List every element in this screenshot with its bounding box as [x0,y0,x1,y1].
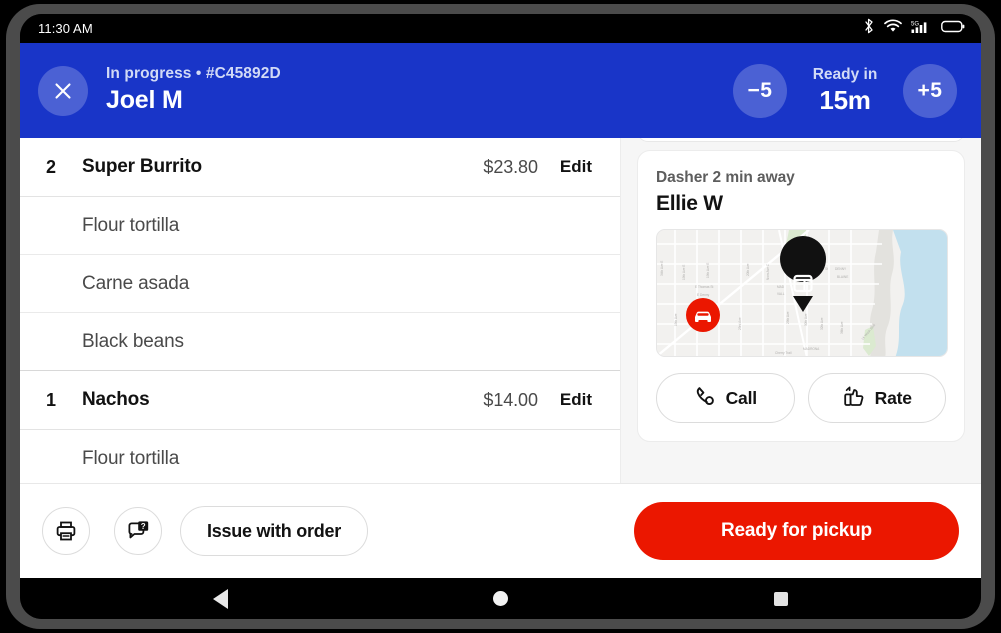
dasher-actions: Call Rate [656,373,946,423]
home-circle-icon [492,591,508,606]
item-edit-button[interactable]: Edit [560,390,592,410]
svg-text:MADRONA: MADRONA [803,347,820,351]
nav-back-button[interactable] [190,578,250,619]
svg-text:19th Ave: 19th Ave [674,313,678,326]
list-item: Black beans [20,313,620,371]
battery-icon [941,20,965,38]
order-header-text: In progress • #C45892D Joel M [106,64,733,116]
back-triangle-icon [212,588,228,609]
svg-text:Nom Ave C: Nom Ave C [766,263,770,280]
list-item: Carne asada [20,255,620,313]
list-item: Flour tortilla [20,197,620,255]
decrease-time-button[interactable]: −5 [733,63,787,118]
order-detail-app: In progress • #C45892D Joel M −5 Ready i… [20,43,981,578]
item-name: Super Burrito [82,156,202,177]
item-option-label: Flour tortilla [82,447,180,469]
item-quantity: 2 [45,156,56,177]
dasher-card: Dasher 2 min away Ellie W 34th Ave E 19t… [637,150,965,442]
svg-text:29th Ave: 29th Ave [786,311,790,324]
svg-text:20th Ave: 20th Ave [746,263,750,276]
svg-text:19th Ave E: 19th Ave E [682,265,686,280]
item-option-label: Black beans [82,330,184,352]
order-header: In progress • #C45892D Joel M −5 Ready i… [20,43,981,138]
support-button[interactable]: ? [114,507,162,555]
ready-time-display: Ready in 15m [805,65,885,115]
svg-text:34th Ave E: 34th Ave E [660,261,664,276]
dasher-eta-label: Dasher 2 min away [656,169,795,186]
call-button-label: Call [725,387,757,408]
svg-text:VALL: VALL [777,292,785,296]
android-nav-bar [20,578,981,619]
ready-in-label: Ready in [812,66,878,84]
dasher-map[interactable]: 34th Ave E 19th Ave E 19th Ave E 20th Av… [656,229,948,357]
list-item: Flour tortilla [20,430,620,488]
print-button[interactable] [42,507,90,555]
cellular-5g-icon: 5G [911,19,932,39]
thumbs-up-icon [842,385,865,412]
svg-text:36th Ave: 36th Ave [840,321,844,334]
device-frame: 11:30 AM 5G In progress • #C45892D Joel … [6,4,995,629]
ready-in-value: 15m [819,84,871,115]
item-option-label: Carne asada [82,272,190,294]
svg-text:5G: 5G [911,21,919,27]
status-bar-icons: 5G [864,18,965,39]
svg-text:30th Ave: 30th Ave [804,313,808,326]
printer-icon [56,521,76,541]
close-icon [55,82,71,99]
ready-time-controls: −5 Ready in 15m +5 [733,63,963,118]
item-name: Nachos [82,389,150,410]
increase-time-button[interactable]: +5 [903,63,957,118]
device-screen: 11:30 AM 5G In progress • #C45892D Joel … [20,14,981,619]
bottom-action-bar: ? Issue with order Ready for pickup [20,483,981,578]
car-marker-icon [686,298,720,332]
svg-text:Cherry Trail: Cherry Trail [775,351,792,355]
item-edit-button[interactable]: Edit [560,157,592,177]
order-status-line: In progress • #C45892D [106,65,281,83]
wifi-icon [884,19,902,38]
status-bar-clock: 11:30 AM [38,21,93,36]
item-quantity: 1 [45,389,56,410]
nav-recents-button[interactable] [751,578,811,619]
svg-text:23rd Ave: 23rd Ave [738,317,742,330]
chat-help-icon: ? [128,521,148,539]
dasher-name: Ellie W [656,192,723,215]
previous-card-peek [637,138,965,142]
close-button[interactable] [38,65,88,116]
status-bar: 11:30 AM 5G [20,14,981,43]
svg-text:32th Ave: 32th Ave [820,317,824,330]
ready-for-pickup-button[interactable]: Ready for pickup [634,502,959,560]
issue-with-order-button[interactable]: Issue with order [180,506,369,556]
customer-name: Joel M [106,86,183,115]
phone-icon [694,385,716,412]
item-price: $14.00 [483,389,538,410]
table-row[interactable]: 1 Nachos $14.00 Edit [20,371,620,430]
table-row[interactable]: 2 Super Burrito $23.80 Edit [20,138,620,197]
item-price: $23.80 [483,156,538,177]
svg-text:MAD: MAD [777,285,785,289]
recents-square-icon [773,591,788,606]
issue-with-order-label: Issue with order [207,520,342,541]
ready-for-pickup-label: Ready for pickup [721,520,872,541]
nav-home-button[interactable] [470,578,530,619]
rate-button-label: Rate [874,387,912,408]
svg-text:E Thomas St: E Thomas St [695,285,713,289]
svg-text:19th Ave E: 19th Ave E [706,263,710,278]
item-option-label: Flour tortilla [82,214,180,236]
svg-text:BLAINE: BLAINE [837,275,848,279]
svg-text:?: ? [140,522,145,531]
call-button[interactable]: Call [656,373,795,423]
svg-text:E Denny: E Denny [697,293,710,297]
rate-button[interactable]: Rate [807,373,946,423]
bluetooth-icon [864,18,875,39]
svg-text:DENNY: DENNY [835,267,847,271]
